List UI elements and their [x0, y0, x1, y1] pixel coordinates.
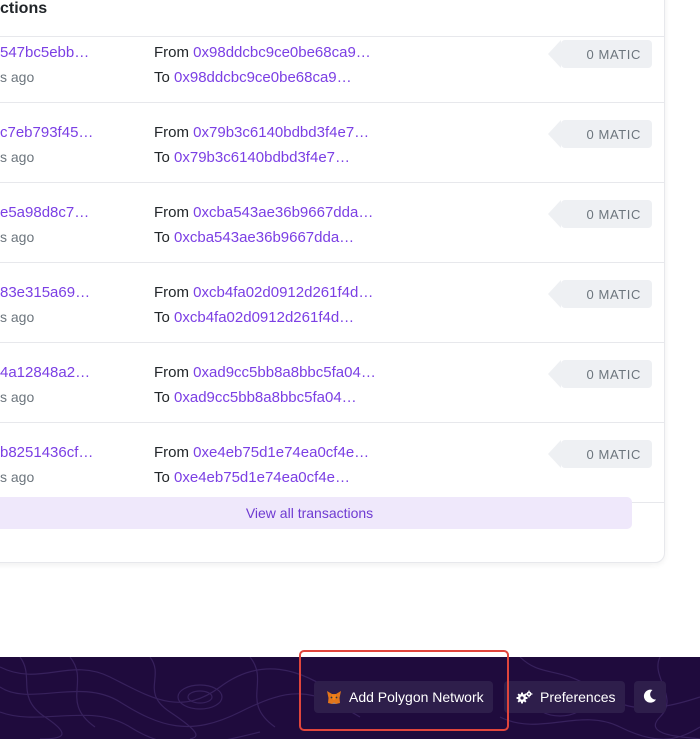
transaction-from: From 0x79b3c6140bdbd3f4e7… [154, 124, 369, 141]
transaction-hash-link[interactable]: 547bc5ebb… [0, 44, 89, 61]
transaction-from: From 0x98ddcbc9ce0be68ca9… [154, 44, 371, 61]
preferences-button[interactable]: Preferences [504, 681, 625, 713]
to-address-link[interactable]: 0xcb4fa02d0912d261f4d… [174, 309, 354, 326]
transaction-age: s ago [0, 69, 35, 85]
amount-badge: 0 MATIC [548, 360, 652, 388]
to-address-link[interactable]: 0x79b3c6140bdbd3f4e7… [174, 149, 350, 166]
card-title: ctions [0, 0, 48, 17]
transaction-to: To 0x79b3c6140bdbd3f4e7… [154, 149, 350, 166]
to-label: To [154, 389, 170, 406]
add-polygon-network-button[interactable]: Add Polygon Network [314, 681, 493, 713]
amount-badge: 0 MATIC [548, 120, 652, 148]
from-label: From [154, 204, 189, 221]
to-address-link[interactable]: 0x98ddcbc9ce0be68ca9… [174, 69, 352, 86]
transaction-row: 83e315a69… s ago From 0xcb4fa02d0912d261f4… [0, 263, 664, 343]
transaction-from: From 0xcba543ae36b9667dda… [154, 204, 373, 221]
from-label: From [154, 44, 189, 61]
transaction-hash-link[interactable]: 4a12848a2… [0, 364, 90, 381]
from-label: From [154, 444, 189, 461]
to-label: To [154, 309, 170, 326]
to-address-link[interactable]: 0xe4eb75d1e74ea0cf4e… [174, 469, 350, 486]
transactions-card: ctions 547bc5ebb… s ago From 0x98ddcbc9ce0… [0, 0, 665, 563]
transaction-row: b8251436cf… s ago From 0xe4eb75d1e74ea0cf4… [0, 423, 664, 503]
to-address-link[interactable]: 0xad9cc5bb8a8bbc5fa04… [174, 389, 357, 406]
from-address-link[interactable]: 0x98ddcbc9ce0be68ca9… [193, 44, 371, 61]
to-label: To [154, 69, 170, 86]
transaction-row: 4a12848a2… s ago From 0xad9cc5bb8a8bbc5fa0… [0, 343, 664, 423]
preferences-label: Preferences [540, 689, 616, 705]
moon-icon [643, 689, 657, 706]
from-address-link[interactable]: 0x79b3c6140bdbd3f4e7… [193, 124, 369, 141]
transaction-from: From 0xe4eb75d1e74ea0cf4e… [154, 444, 369, 461]
transaction-from: From 0xad9cc5bb8a8bbc5fa04… [154, 364, 376, 381]
transaction-age: s ago [0, 469, 35, 485]
theme-toggle-button[interactable] [634, 681, 666, 713]
transaction-to: To 0xad9cc5bb8a8bbc5fa04… [154, 389, 357, 406]
transaction-hash-link[interactable]: 83e315a69… [0, 284, 90, 301]
transaction-row: c7eb793f45… s ago From 0x79b3c6140bdbd3f4e… [0, 103, 664, 183]
transaction-to: To 0x98ddcbc9ce0be68ca9… [154, 69, 352, 86]
to-label: To [154, 149, 170, 166]
from-label: From [154, 364, 189, 381]
from-address-link[interactable]: 0xcba543ae36b9667dda… [193, 204, 373, 221]
footer: Add Polygon Network Preferences [0, 657, 700, 739]
transaction-row: 547bc5ebb… s ago From 0x98ddcbc9ce0be68ca9… [0, 23, 664, 103]
from-label: From [154, 124, 189, 141]
to-address-link[interactable]: 0xcba543ae36b9667dda… [174, 229, 354, 246]
transaction-age: s ago [0, 149, 35, 165]
amount-badge: 0 MATIC [548, 280, 652, 308]
transaction-to: To 0xcba543ae36b9667dda… [154, 229, 354, 246]
metamask-fox-icon [326, 690, 342, 705]
to-label: To [154, 469, 170, 486]
amount-badge: 0 MATIC [548, 40, 652, 68]
transaction-age: s ago [0, 389, 35, 405]
to-label: To [154, 229, 170, 246]
transaction-to: To 0xe4eb75d1e74ea0cf4e… [154, 469, 350, 486]
from-address-link[interactable]: 0xad9cc5bb8a8bbc5fa04… [193, 364, 376, 381]
from-address-link[interactable]: 0xe4eb75d1e74ea0cf4e… [193, 444, 369, 461]
view-all-transactions-button[interactable]: View all transactions [0, 497, 632, 529]
transaction-hash-link[interactable]: c7eb793f45… [0, 124, 93, 141]
transaction-row: e5a98d8c7… s ago From 0xcba543ae36b9667dda… [0, 183, 664, 263]
transaction-age: s ago [0, 229, 35, 245]
add-polygon-network-label: Add Polygon Network [349, 689, 484, 705]
from-label: From [154, 284, 189, 301]
transaction-from: From 0xcb4fa02d0912d261f4d… [154, 284, 373, 301]
amount-badge: 0 MATIC [548, 200, 652, 228]
transaction-age: s ago [0, 309, 35, 325]
gears-icon [516, 690, 533, 705]
transaction-to: To 0xcb4fa02d0912d261f4d… [154, 309, 354, 326]
amount-badge: 0 MATIC [548, 440, 652, 468]
transaction-hash-link[interactable]: b8251436cf… [0, 444, 93, 461]
from-address-link[interactable]: 0xcb4fa02d0912d261f4d… [193, 284, 373, 301]
transaction-hash-link[interactable]: e5a98d8c7… [0, 204, 89, 221]
